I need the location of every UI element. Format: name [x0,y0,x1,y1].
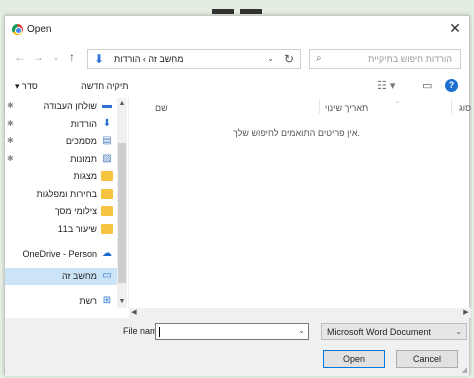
open-button[interactable]: Open [323,350,385,368]
address-path[interactable]: מחשב זה › הורדות [114,54,183,64]
dialog-footer: File name: ⌄ Microsoft Word Document ⌄ O… [5,318,469,376]
sidebar-item[interactable]: ⊞ רשת [5,293,117,311]
scroll-down-arrow[interactable]: ▼ [117,296,127,308]
view-options-icon[interactable]: ☷ ▾ [377,79,395,92]
chevron-down-icon[interactable]: ⌄ [298,326,305,335]
file-type-value[interactable]: Microsoft Word Document [327,327,431,337]
pin-icon[interactable]: ✱ [7,101,14,110]
navigation-pane: ▬ שולחן העבודה ✱ ⬇ הורדות ✱ ▤ מסמכים ✱ ▨ תמונות ✱ מצ… [5,98,129,308]
recent-locations-button[interactable]: ⌄ [49,50,63,64]
pictures-icon: ▨ [102,152,112,164]
sidebar-item-label: שיעור ב11 [57,223,97,234]
sidebar-item[interactable]: ▨ תמונות ✱ [5,151,117,169]
column-header: שם ⌄ תאריך שינוי סוג [129,98,471,116]
this-pc-icon: ▭ [102,269,112,281]
command-toolbar: סדר ▾ תיקיה חדשה ☷ ▾ ▭ ? [5,76,469,98]
title-bar: Open ✕ [5,16,469,42]
up-button[interactable]: ↑ [65,50,79,64]
chevron-down-icon[interactable]: ⌄ [267,54,274,63]
sidebar-item-label: שולחן העבודה [43,101,97,111]
sidebar-item[interactable]: מצגות [5,168,117,186]
sidebar-item[interactable]: ▤ מסמכים ✱ [5,133,117,151]
sidebar-item[interactable]: ⬇ הורדות ✱ [5,116,117,134]
background-mark [240,9,262,14]
documents-icon: ▤ [102,135,112,146]
sidebar-item-label: בחירות ומפלגות [36,188,97,199]
window-title: Open [27,24,52,35]
sort-caret-icon: ⌄ [395,99,401,105]
help-icon[interactable]: ? [445,79,458,92]
scroll-track[interactable] [139,308,459,318]
onedrive-icon: ☁ [102,248,112,259]
background-strip [0,0,474,14]
sidebar-item[interactable]: ▭ מחשב זה [5,267,117,285]
pin-icon[interactable]: ✱ [7,136,14,145]
sidebar-item[interactable]: צילומי מסך [5,203,117,221]
column-type[interactable]: סוג [459,103,471,113]
sidebar-item-label: מצגות [73,171,97,181]
navigation-list: ▬ שולחן העבודה ✱ ⬇ הורדות ✱ ▤ מסמכים ✱ ▨ תמונות ✱ מצ… [5,98,117,311]
background-mark [212,9,234,14]
text-caret [159,327,160,337]
preview-pane-icon[interactable]: ▭ [422,79,432,92]
column-divider[interactable] [451,100,452,114]
search-box[interactable]: ⌕ הורדות חיפוש בתיקיית [309,49,461,69]
chevron-down-icon[interactable]: ⌄ [455,327,462,336]
back-button[interactable]: ← [13,50,27,64]
sidebar-item-label: צילומי מסך [54,206,97,216]
scroll-up-arrow[interactable]: ▲ [117,98,127,110]
sidebar-item-label: OneDrive - Person [22,249,97,259]
navigation-bar: ← → ⌄ ↑ ⬇ מחשב זה › הורדות ⌄ ↻ ⌕ הורדות … [5,44,469,74]
pin-icon[interactable]: ✱ [7,154,14,163]
sidebar-item-label: תמונות [70,153,97,164]
new-folder-button[interactable]: תיקיה חדשה [81,81,128,91]
column-divider[interactable] [319,100,320,114]
sidebar-item[interactable]: ☁ OneDrive - Person [5,246,117,264]
search-placeholder: הורדות חיפוש בתיקיית [368,54,452,64]
address-bar[interactable]: ⬇ מחשב זה › הורדות ⌄ ↻ [87,49,301,69]
folder-icon [101,206,113,216]
sidebar-item[interactable]: שיעור ב11 [5,221,117,239]
sidebar-item[interactable]: בחירות ומפלגות [5,186,117,204]
folder-icon [101,223,113,234]
forward-button[interactable]: → [31,50,45,64]
organize-button[interactable]: סדר ▾ [15,81,38,92]
pin-icon[interactable]: ✱ [7,119,14,128]
scroll-thumb[interactable] [118,143,126,283]
sidebar-item-label: מחשב זה [62,270,97,281]
cancel-button[interactable]: Cancel [396,350,458,368]
folder-icon [101,171,113,181]
column-name[interactable]: שם [155,103,168,113]
file-name-input[interactable]: ⌄ [155,323,309,340]
horizontal-scrollbar[interactable]: ◀ ▶ [129,308,471,318]
open-dialog: Open ✕ ← → ⌄ ↑ ⬇ מחשב זה › הורדות ⌄ ↻ ⌕ … [4,15,471,376]
scroll-left-arrow[interactable]: ◀ [129,308,139,318]
column-date-modified[interactable]: תאריך שינוי [325,103,368,113]
sidebar-item-label: מסמכים [65,136,97,146]
search-icon: ⌕ [316,53,322,64]
sidebar-item-label: רשת [79,296,97,306]
close-button[interactable]: ✕ [447,20,463,36]
network-icon: ⊞ [102,295,112,306]
downloads-icon: ⬇ [102,117,112,129]
nav-scrollbar[interactable]: ▲ ▼ [117,98,127,308]
desktop-icon: ▬ [102,100,112,111]
file-type-select[interactable]: Microsoft Word Document ⌄ [321,323,467,340]
sidebar-item-label: הורדות [70,118,97,129]
chrome-icon [12,24,23,35]
refresh-button[interactable]: ↻ [284,52,294,66]
sidebar-item[interactable]: ▬ שולחן העבודה ✱ [5,98,117,116]
resize-grip-icon[interactable]: ◢ [462,366,467,374]
file-list-pane: שם ⌄ תאריך שינוי סוג .אין פריטים התואמים… [129,98,471,308]
folder-icon [101,188,113,199]
scroll-right-arrow[interactable]: ▶ [461,308,471,318]
empty-folder-message: .אין פריטים התואמים לחיפוש שלך [233,128,360,138]
downloads-icon: ⬇ [94,52,105,66]
